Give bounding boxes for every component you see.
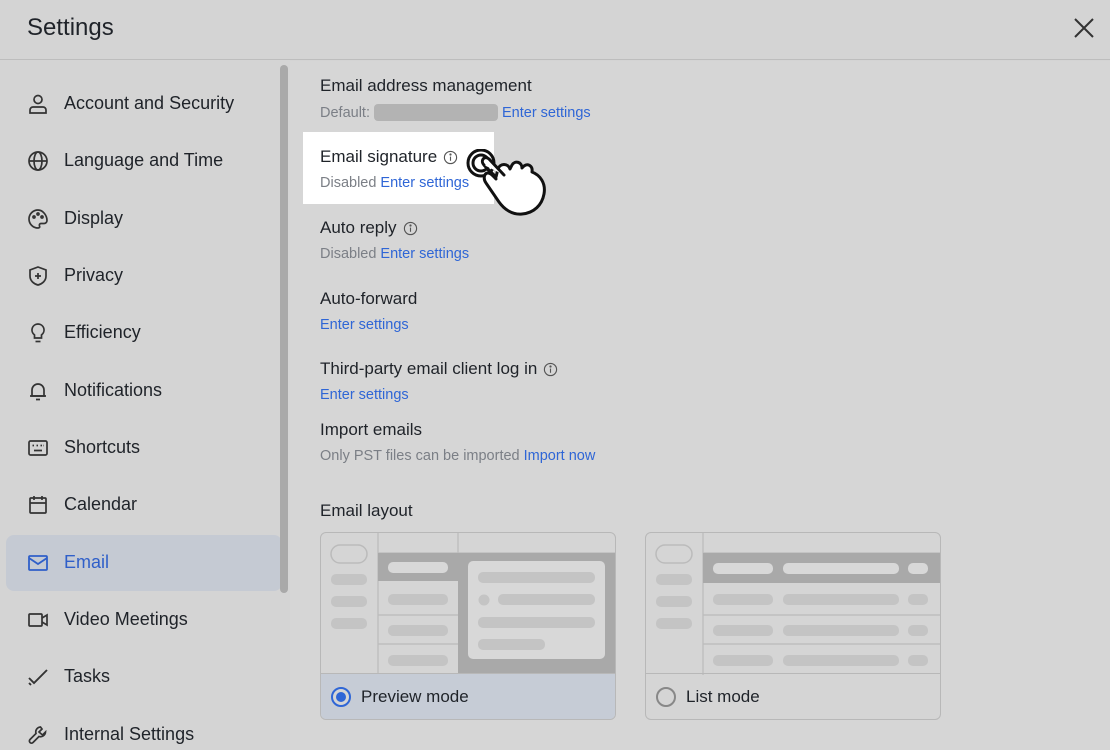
bell-icon (30, 383, 46, 401)
email-address-section: Email address management Default: Enter … (320, 76, 591, 121)
import-now-link[interactable]: Import now (524, 448, 596, 464)
signature-settings-link[interactable]: Enter settings (380, 175, 469, 191)
preview-mode-footer: Preview mode (321, 673, 615, 719)
calendar-icon (29, 496, 47, 514)
palette-icon (28, 209, 48, 229)
mail-icon (28, 555, 48, 571)
sidebar-item-internal-settings[interactable]: Internal Settings (6, 707, 282, 750)
masked-address (373, 104, 498, 121)
check-icon (28, 669, 48, 686)
third-party-settings-link[interactable]: Enter settings (320, 387, 409, 403)
import-emails-section: Import emails Only PST files can be impo… (320, 420, 595, 464)
email-address-settings-link[interactable]: Enter settings (502, 105, 591, 121)
preview-mode-illustration (330, 533, 615, 675)
sidebar-item-label: Email (64, 552, 110, 572)
list-mode-illustration (655, 533, 940, 675)
sidebar-item-shortcuts[interactable]: Shortcuts (6, 420, 282, 476)
sidebar-item-label: Internal Settings (64, 724, 195, 744)
list-mode-label: List mode (686, 687, 760, 706)
info-icon[interactable] (443, 150, 458, 165)
sidebar-item-label: Account and Security (64, 93, 235, 113)
sidebar-item-label: Calendar (64, 494, 138, 514)
sidebar-item-privacy[interactable]: Privacy (6, 248, 282, 304)
sidebar-item-label: Tasks (64, 666, 111, 686)
shield-icon (29, 266, 47, 286)
sidebar-item-email[interactable]: Email (6, 535, 282, 591)
keyboard-icon (28, 440, 48, 456)
email-layout-title: Email layout (320, 501, 413, 520)
list-mode-footer: List mode (646, 673, 940, 719)
settings-header: Settings (0, 0, 1110, 60)
auto-forward-section: Auto-forward Enter settings (320, 289, 417, 333)
sidebar-item-language-time[interactable]: Language and Time (6, 133, 282, 189)
import-note: Only PST files can be imported (320, 448, 520, 464)
auto-reply-status: Disabled (320, 246, 377, 262)
settings-sidebar: Account and Security Language and Time D… (0, 61, 290, 750)
sidebar-item-label: Video Meetings (64, 609, 188, 629)
sidebar-item-account-security[interactable]: Account and Security (6, 76, 282, 132)
globe-icon (28, 151, 48, 171)
sidebar-scrollbar[interactable] (280, 65, 288, 593)
preview-mode-label: Preview mode (361, 687, 469, 706)
auto-forward-title: Auto-forward (320, 289, 418, 308)
sidebar-item-video-meetings[interactable]: Video Meetings (6, 592, 282, 648)
sidebar-item-tasks[interactable]: Tasks (6, 649, 282, 705)
close-icon[interactable] (1072, 16, 1096, 40)
email-settings-panel: Email address management Default: Enter … (290, 61, 1110, 750)
sidebar-item-label: Language and Time (64, 150, 224, 170)
page-title: Settings (27, 14, 114, 41)
email-signature-section: Email signature Disabled Enter settings (320, 147, 469, 191)
import-emails-title: Import emails (320, 420, 423, 439)
auto-reply-title: Auto reply (320, 218, 397, 237)
info-icon[interactable] (403, 221, 418, 236)
list-mode-radio[interactable] (656, 687, 676, 707)
person-icon (29, 94, 47, 114)
sidebar-item-display[interactable]: Display (6, 191, 282, 247)
sidebar-item-efficiency[interactable]: Efficiency (6, 305, 282, 361)
video-icon (28, 613, 48, 627)
sidebar-item-label: Notifications (64, 380, 163, 400)
sidebar-item-calendar[interactable]: Calendar (6, 477, 282, 533)
email-signature-title: Email signature (320, 147, 438, 166)
default-address-label: Default: (320, 104, 370, 121)
wrench-icon (28, 726, 47, 744)
sidebar-item-label: Efficiency (64, 322, 141, 342)
auto-reply-settings-link[interactable]: Enter settings (380, 246, 469, 262)
third-party-section: Third-party email client log in Enter se… (320, 359, 558, 403)
sidebar-item-label: Privacy (64, 265, 124, 285)
signature-status: Disabled (320, 175, 377, 191)
email-address-title: Email address management (320, 76, 532, 95)
sidebar-item-notifications[interactable]: Notifications (6, 363, 282, 419)
info-icon[interactable] (543, 362, 558, 377)
third-party-title: Third-party email client log in (320, 359, 538, 378)
sidebar-item-label: Shortcuts (64, 437, 141, 457)
email-layout-section: Email layout (320, 501, 413, 521)
list-mode-option[interactable]: List mode (645, 532, 941, 720)
auto-forward-settings-link[interactable]: Enter settings (320, 317, 409, 333)
preview-mode-option[interactable]: Preview mode (320, 532, 616, 720)
preview-mode-radio[interactable] (331, 687, 351, 707)
auto-reply-section: Auto reply Disabled Enter settings (320, 218, 469, 262)
lightbulb-icon (31, 323, 45, 343)
sidebar-item-label: Display (64, 208, 124, 228)
